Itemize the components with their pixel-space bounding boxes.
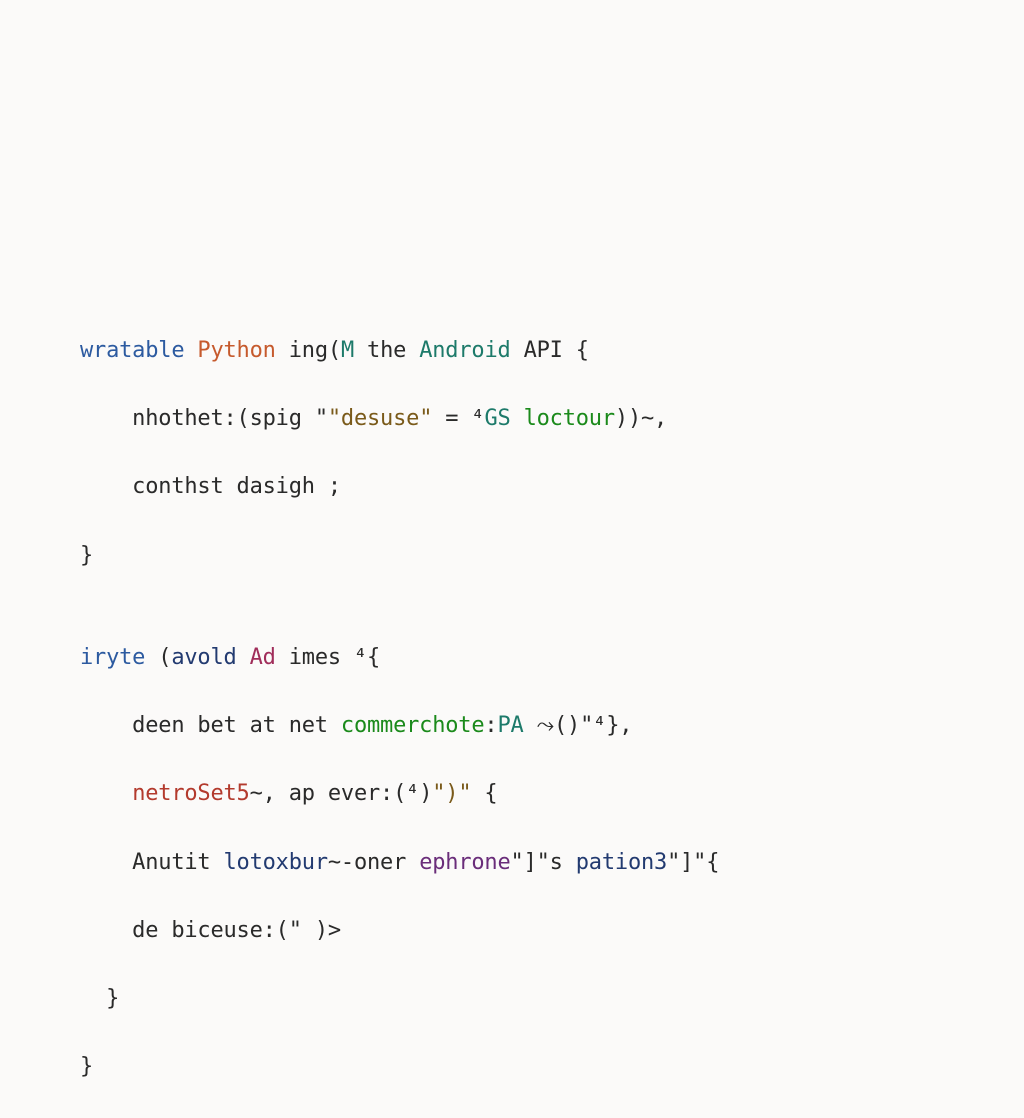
code-line: conthst dasigh ; — [80, 470, 719, 504]
token-string: ")" — [432, 781, 471, 806]
token: " — [302, 406, 328, 431]
code-line: deen bet at net commerchote:PA ⤳()"⁴}, — [80, 709, 719, 743]
token: avold — [171, 645, 236, 670]
token-brace: { — [367, 645, 380, 670]
token: ~, ap ever:( — [250, 781, 407, 806]
token: loctour — [524, 406, 615, 431]
token-brace: { — [706, 850, 719, 875]
token: netroSet5 — [132, 781, 249, 806]
token-string: "desuse" — [328, 406, 432, 431]
token: deen bet at net — [80, 713, 341, 738]
token-brace: } — [80, 986, 119, 1011]
token-paren: ( — [328, 338, 341, 363]
token-keyword: iryte — [80, 645, 145, 670]
token: pation3 — [576, 850, 667, 875]
code-line: iryte (avold Ad imes ⁴{ — [80, 641, 719, 675]
token: " — [289, 918, 315, 943]
token: nhothet: — [80, 406, 237, 431]
token: Anutit — [80, 850, 224, 875]
token-paren: ( — [145, 645, 171, 670]
token: ⁴ — [354, 645, 367, 670]
token: ) — [419, 781, 432, 806]
token: : — [484, 713, 497, 738]
token-class: Android — [419, 338, 510, 363]
token: commerchote — [341, 713, 485, 738]
token-brace: { — [471, 781, 497, 806]
code-line: de biceuse:(" )> — [80, 914, 719, 948]
token: ⤳ — [524, 713, 554, 738]
code-block: wratable Python ing(M the Android API { … — [80, 300, 719, 1118]
token: de biceuse:( — [80, 918, 289, 943]
token: )> — [315, 918, 341, 943]
token-keyword: wratable — [80, 338, 184, 363]
code-line: netroSet5~, ap ever:(⁴)")" { — [80, 777, 719, 811]
code-line: nhothet:(spig ""desuse" = ⁴GS loctour))~… — [80, 402, 719, 436]
code-line: wratable Python ing(M the Android API { — [80, 334, 719, 368]
token: lotoxbur — [224, 850, 328, 875]
token: GS — [484, 406, 510, 431]
token: "]" — [511, 850, 550, 875]
token: ⁴ — [406, 781, 419, 806]
token-paren: ) — [615, 406, 628, 431]
token: ing — [289, 338, 328, 363]
token-paren: () — [554, 713, 580, 738]
token-brace: } — [80, 1054, 93, 1079]
token-brace: } — [80, 543, 93, 568]
token: M — [341, 338, 354, 363]
token: }, — [606, 713, 632, 738]
token-type: Python — [197, 338, 275, 363]
token-paren: ( — [237, 406, 250, 431]
token: API { — [511, 338, 589, 363]
token: Ad — [250, 645, 276, 670]
code-line: } — [80, 539, 719, 573]
token: = — [432, 406, 458, 431]
token: s — [550, 850, 576, 875]
token — [80, 781, 132, 806]
code-line: } — [80, 982, 719, 1016]
token: spig — [250, 406, 302, 431]
token: the — [354, 338, 419, 363]
token: PA — [497, 713, 523, 738]
token: conthst dasigh ; — [80, 474, 341, 499]
token: ~-oner — [328, 850, 419, 875]
token: ⁴ — [458, 406, 484, 431]
token: imes — [276, 645, 354, 670]
token: ephrone — [419, 850, 510, 875]
code-line: Anutit lotoxbur~-oner ephrone"]"s pation… — [80, 846, 719, 880]
code-line: } — [80, 1050, 719, 1084]
token: )~, — [628, 406, 667, 431]
token: "]" — [667, 850, 706, 875]
token: "⁴ — [580, 713, 606, 738]
